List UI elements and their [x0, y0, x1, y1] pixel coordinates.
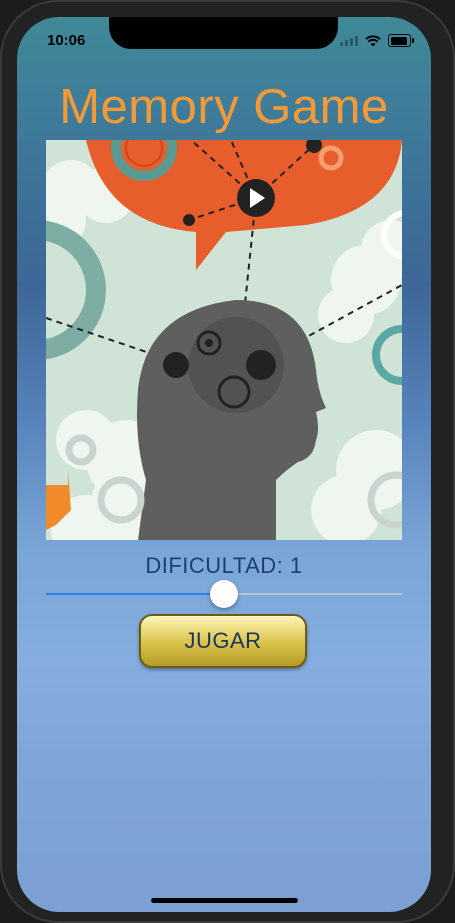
difficulty-slider[interactable] — [46, 579, 402, 609]
slider-thumb[interactable] — [210, 580, 238, 608]
difficulty-label: DIFICULTAD: 1 — [145, 553, 303, 578]
battery-icon — [388, 34, 414, 47]
device-frame: 10:06 Memory Game DIFICULTAD: 1 JUGAR — [0, 0, 455, 923]
status-time: 10:06 — [47, 32, 86, 49]
status-icons — [340, 34, 414, 47]
app-title: Memory Game — [59, 80, 389, 134]
slider-track-filled — [46, 593, 224, 595]
wifi-icon — [365, 34, 381, 46]
cellular-signal-icon — [340, 35, 358, 46]
slider-track-empty — [224, 593, 402, 595]
play-button[interactable]: JUGAR — [139, 614, 307, 668]
app-screen: 10:06 Memory Game DIFICULTAD: 1 JUGAR — [17, 17, 431, 912]
head-network-illustration — [46, 140, 402, 540]
memory-illustration — [46, 140, 402, 540]
home-indicator[interactable] — [151, 898, 298, 903]
notch — [109, 17, 338, 49]
